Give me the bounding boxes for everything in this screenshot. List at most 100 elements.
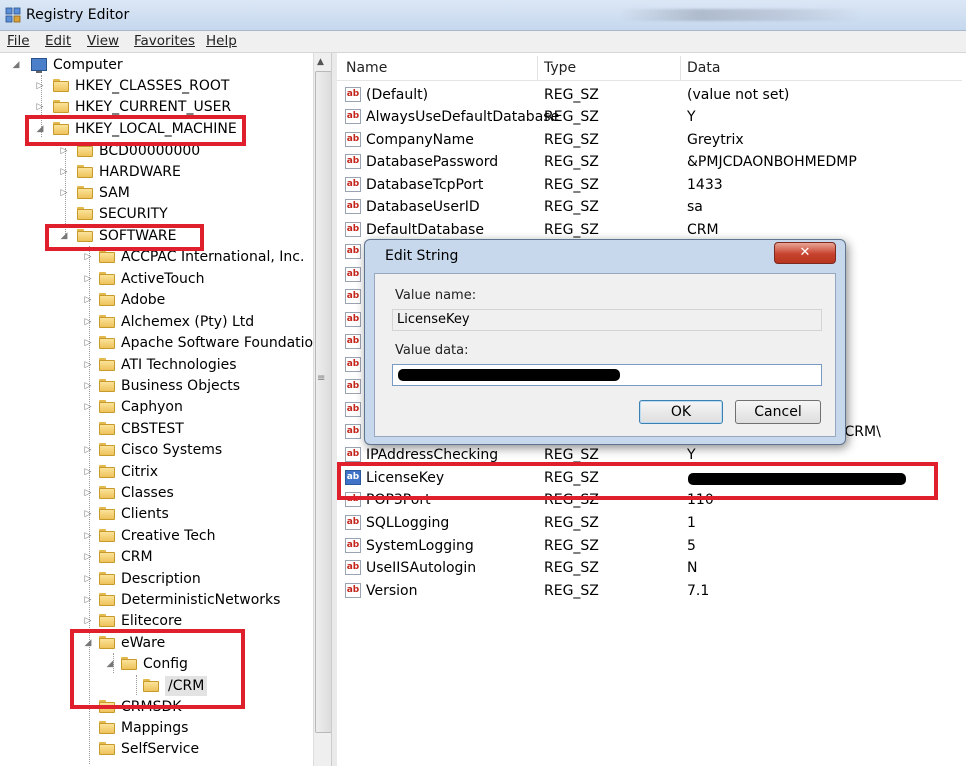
collapsed-arrow-icon[interactable]: ▷ (83, 290, 93, 310)
column-header-name[interactable]: Name (346, 60, 387, 76)
column-separator[interactable] (537, 56, 538, 80)
tree-label: Creative Tech (121, 528, 216, 544)
column-separator[interactable] (680, 56, 681, 80)
tree-scrollbar[interactable]: ▲ ≡ (313, 53, 332, 766)
value-data: Greytrix (687, 132, 744, 148)
value-row[interactable]: ab DatabaseUserID REG_SZ sa (345, 196, 955, 218)
tree-label: Business Objects (121, 378, 241, 394)
collapsed-arrow-icon[interactable]: ▷ (83, 483, 93, 503)
value-row[interactable]: ab AlwaysUseDefaultDatabase REG_SZ Y (345, 106, 955, 128)
string-value-icon: ab (345, 109, 361, 124)
tree-node-hardware[interactable]: ▷ HARDWARE (3, 162, 303, 182)
value-row[interactable]: ab DatabasePassword REG_SZ &PMJCDAONBOHMEDM… (345, 151, 955, 173)
collapsed-arrow-icon[interactable]: ▷ (83, 440, 93, 460)
tree-node-elitecore[interactable]: ▷ Elitecore (3, 611, 313, 631)
tree-node-creative-tech[interactable]: ▷ Creative Tech (3, 526, 313, 546)
menu-help[interactable]: Help (206, 33, 237, 49)
folder-icon (77, 186, 93, 199)
folder-icon (99, 358, 115, 371)
collapsed-arrow-icon[interactable]: ▷ (83, 590, 93, 610)
tree-node-cisco[interactable]: ▷ Cisco Systems (3, 440, 313, 460)
collapsed-arrow-icon[interactable]: ▷ (83, 526, 93, 546)
collapsed-arrow-icon[interactable]: ▷ (83, 504, 93, 524)
value-row[interactable]: ab (Default) REG_SZ (value not set) (345, 84, 955, 106)
folder-icon (99, 422, 115, 435)
collapsed-arrow-icon[interactable]: ▷ (83, 333, 93, 353)
tree-node-alchemex[interactable]: ▷ Alchemex (Pty) Ltd (3, 312, 313, 332)
collapsed-arrow-icon[interactable]: ▷ (59, 183, 69, 203)
tree-node-classes[interactable]: ▷ Classes (3, 483, 313, 503)
value-row[interactable]: ab DatabaseTcpPort REG_SZ 1433 (345, 174, 955, 196)
menu-favorites[interactable]: Favorites (134, 33, 195, 49)
value-data: sa (687, 199, 703, 215)
tree-label: Citrix (121, 464, 159, 480)
menu-favorites-label: Favorites (134, 33, 195, 49)
tree-node-clients[interactable]: ▷ Clients (3, 504, 313, 524)
tree-node-hkcu[interactable]: ▷ HKEY_CURRENT_USER (3, 97, 303, 117)
close-icon[interactable]: ✕ (774, 242, 836, 264)
value-name: (Default) (366, 87, 429, 103)
expanded-arrow-icon[interactable]: ◢ (11, 55, 21, 75)
grip-icon: ≡ (317, 373, 326, 384)
value-data: 1433 (687, 177, 723, 193)
tree-label: HARDWARE (99, 164, 181, 180)
collapsed-arrow-icon[interactable]: ▷ (83, 269, 93, 289)
folder-icon (99, 293, 115, 306)
collapsed-arrow-icon[interactable]: ▷ (35, 97, 45, 117)
value-type: REG_SZ (544, 515, 599, 531)
value-data: 1 (687, 515, 696, 531)
tree-node-cbstest[interactable]: CBSTEST (3, 419, 313, 439)
collapsed-arrow-icon[interactable]: ▷ (83, 312, 93, 332)
value-row[interactable]: ab DefaultDatabase REG_SZ CRM (345, 219, 955, 241)
string-value-icon: ab (345, 177, 361, 192)
collapsed-arrow-icon[interactable]: ▷ (35, 76, 45, 96)
tree-node-activetouch[interactable]: ▷ ActiveTouch (3, 269, 313, 289)
value-name: DatabaseTcpPort (366, 177, 484, 193)
tree-node-security[interactable]: SECURITY (3, 204, 303, 224)
folder-icon (99, 336, 115, 349)
ok-button[interactable]: OK (639, 400, 723, 424)
tree-node-business-objects[interactable]: ▷ Business Objects (3, 376, 313, 396)
value-row[interactable]: ab SystemLogging REG_SZ 5 (345, 535, 955, 557)
tree-node-citrix[interactable]: ▷ Citrix (3, 462, 313, 482)
menu-edit[interactable]: Edit (45, 33, 71, 49)
tree-node-caphyon[interactable]: ▷ Caphyon (3, 397, 313, 417)
tree-label: CBSTEST (121, 421, 184, 437)
collapsed-arrow-icon[interactable]: ▷ (59, 162, 69, 182)
column-header-data[interactable]: Data (687, 60, 720, 76)
tree-node-ati[interactable]: ▷ ATI Technologies (3, 355, 313, 375)
collapsed-arrow-icon[interactable]: ▷ (83, 397, 93, 417)
scrollbar-thumb[interactable] (315, 71, 332, 733)
value-row[interactable]: ab SQLLogging REG_SZ 1 (345, 512, 955, 534)
value-row[interactable]: ab UseIISAutologin REG_SZ N (345, 557, 955, 579)
tree-node-sam[interactable]: ▷ SAM (3, 183, 303, 203)
tree-node-hkcr[interactable]: ▷ HKEY_CLASSES_ROOT (3, 76, 303, 96)
value-data-label: Value data: (395, 343, 469, 358)
collapsed-arrow-icon[interactable]: ▷ (83, 569, 93, 589)
value-row[interactable]: ab CompanyName REG_SZ Greytrix (345, 129, 955, 151)
collapsed-arrow-icon[interactable]: ▷ (83, 462, 93, 482)
tree-node-description[interactable]: ▷ Description (3, 569, 313, 589)
collapsed-arrow-icon[interactable]: ▷ (83, 547, 93, 567)
menu-view[interactable]: View (87, 33, 119, 49)
value-type: REG_SZ (544, 583, 599, 599)
collapsed-arrow-icon[interactable]: ▷ (83, 611, 93, 631)
tree-node-apache[interactable]: ▷ Apache Software Foundation (3, 333, 313, 353)
menu-file[interactable]: File (7, 33, 30, 49)
tree-node-selfservice[interactable]: SelfService (3, 739, 313, 759)
tree-node-crm[interactable]: ▷ CRM (3, 547, 313, 567)
header-divider (337, 80, 962, 81)
collapsed-arrow-icon[interactable]: ▷ (83, 376, 93, 396)
column-header-type[interactable]: Type (544, 60, 576, 76)
cancel-button[interactable]: Cancel (735, 400, 821, 424)
tree-node-mappings[interactable]: Mappings (3, 718, 313, 738)
collapsed-arrow-icon[interactable]: ▷ (83, 355, 93, 375)
tree-node-computer[interactable]: ◢ Computer (3, 55, 303, 75)
value-name: DatabasePassword (366, 154, 499, 170)
tree-node-deterministicnetworks[interactable]: ▷ DeterministicNetworks (3, 590, 313, 610)
value-data: 5 (687, 538, 696, 554)
value-row[interactable]: ab Version REG_SZ 7.1 (345, 580, 955, 602)
scroll-up-icon[interactable]: ▲ (317, 57, 324, 67)
string-value-icon: ab (345, 289, 361, 304)
tree-node-adobe[interactable]: ▷ Adobe (3, 290, 313, 310)
